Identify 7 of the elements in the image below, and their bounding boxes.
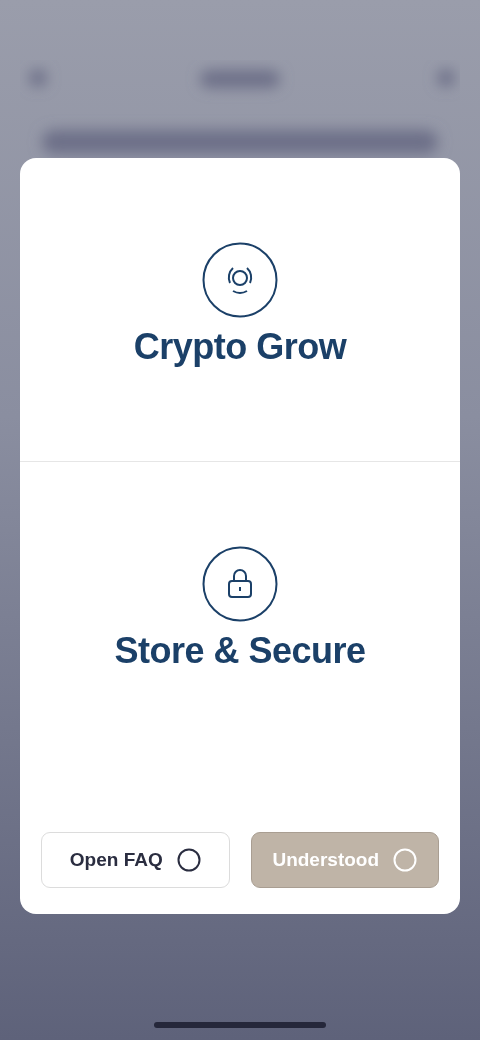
- faq-button[interactable]: Open FAQ: [41, 832, 230, 888]
- section-title: Crypto Grow: [133, 326, 347, 368]
- circle-icon: [176, 848, 201, 872]
- orbit-icon: [202, 242, 278, 318]
- section-title: Store & Secure: [114, 630, 366, 672]
- circle-icon: [393, 848, 418, 872]
- lock-icon: [202, 546, 278, 622]
